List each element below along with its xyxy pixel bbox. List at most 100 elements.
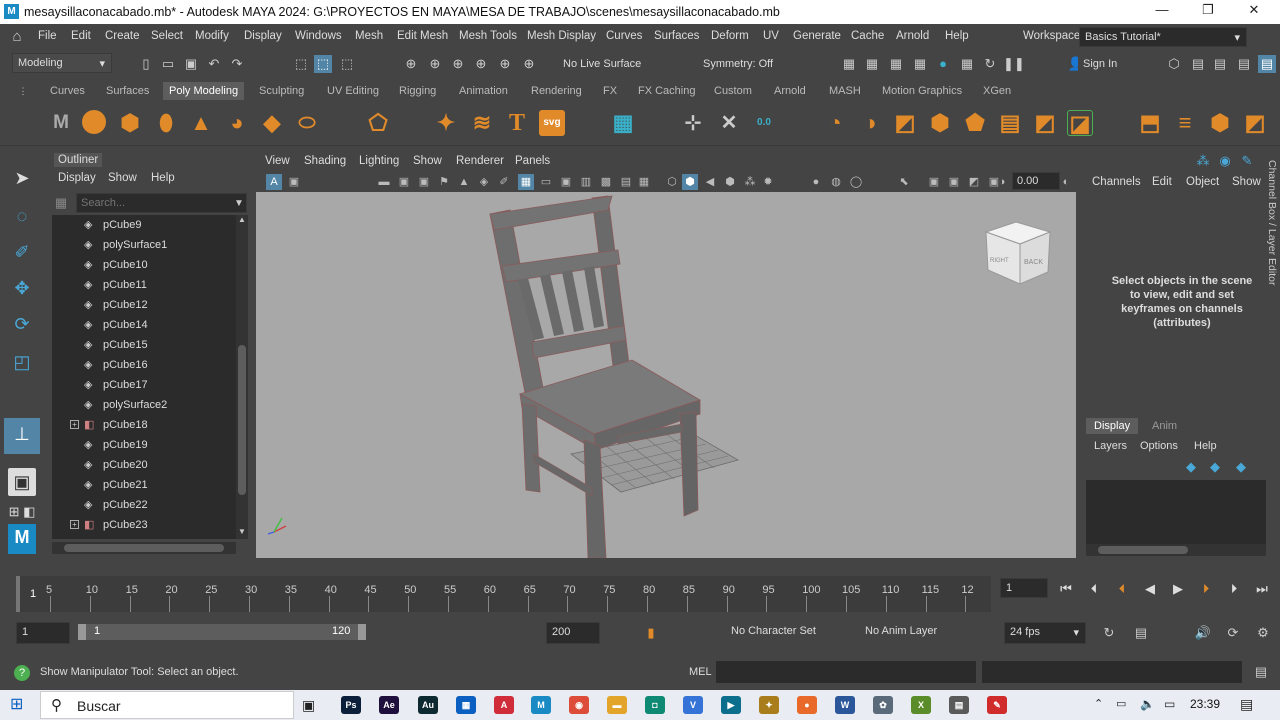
help-menu[interactable]: Help	[1194, 440, 1217, 452]
shelf-tab-11[interactable]: Arnold	[774, 85, 806, 97]
chrome-icon[interactable]: ◉	[569, 696, 589, 714]
shelf-tab-12[interactable]: MASH	[829, 85, 861, 97]
tray-icon[interactable]: ▭	[1116, 697, 1126, 710]
live-surface-field[interactable]: No Live Surface	[558, 55, 670, 73]
super-shape-icon[interactable]: ✦	[433, 110, 459, 136]
firefox-icon[interactable]: ●	[797, 696, 817, 714]
time-cursor[interactable]	[16, 576, 20, 612]
channel-box-icon[interactable]: ⁂	[1194, 152, 1212, 170]
menu-18[interactable]: Help	[945, 30, 969, 42]
viewport-menu-4[interactable]: Renderer	[456, 155, 504, 167]
freeze-transforms-icon[interactable]: 0.0	[751, 110, 777, 136]
poly-sphere-icon[interactable]	[82, 110, 106, 134]
platonic-solid-icon[interactable]: ⬠	[365, 110, 391, 136]
close-button[interactable]: ✕	[1231, 2, 1277, 22]
render-view-icon[interactable]: ▦	[911, 55, 929, 73]
anim-layer-dropdown[interactable]: No Anim Layer	[860, 622, 970, 640]
outliner-row[interactable]: + ◧ pCube23	[52, 515, 236, 535]
poly-cylinder-icon[interactable]: ⬮	[153, 110, 179, 136]
select-object-icon[interactable]: ⬚	[314, 55, 332, 73]
viewport-menu-3[interactable]: Show	[413, 155, 442, 167]
refresh-icon[interactable]: ↻	[981, 55, 999, 73]
xray-icon[interactable]: ▤	[618, 174, 634, 190]
poly-disc-icon[interactable]: ⬭	[294, 110, 320, 136]
motion-blur-icon[interactable]: ●	[808, 174, 824, 190]
menu-5[interactable]: Display	[244, 30, 282, 42]
combine-icon[interactable]: ◔	[822, 110, 848, 136]
paint-icon[interactable]: ✎	[987, 696, 1007, 714]
two-panel-icon[interactable]: ◩	[966, 174, 982, 190]
snap-curve-icon[interactable]: ⊕	[426, 55, 444, 73]
options-menu[interactable]: Options	[1140, 440, 1178, 452]
outliner-hscrollbar[interactable]	[52, 542, 236, 554]
maya-icon[interactable]: M	[531, 696, 551, 714]
mel-input[interactable]	[716, 661, 976, 683]
camera-icon[interactable]: A	[266, 174, 282, 190]
snap-point-icon[interactable]: ⊕	[449, 55, 467, 73]
outliner-row[interactable]: ◈ pCube11	[52, 275, 236, 295]
boolean-icon[interactable]: ⬟	[962, 110, 988, 136]
render-icon[interactable]: ▦	[958, 55, 976, 73]
tool-icon[interactable]: ✎	[1238, 152, 1256, 170]
shelf-tab-4[interactable]: UV Editing	[327, 85, 379, 97]
shelf-tab-9[interactable]: FX Caching	[638, 85, 695, 97]
shelf-tab-0[interactable]: Curves	[50, 85, 85, 97]
shelf-tab-7[interactable]: Rendering	[531, 85, 582, 97]
new-layer-selected-icon[interactable]: ◆	[1206, 458, 1224, 476]
light-icon[interactable]: ✹	[760, 174, 776, 190]
outliner-row[interactable]: ◈ pCube15	[52, 335, 236, 355]
outliner-row[interactable]: ◈ polySurface1	[52, 235, 236, 255]
object-menu[interactable]: Object	[1186, 176, 1219, 188]
paint-select-icon[interactable]: ✐	[6, 236, 38, 268]
image-plane-icon[interactable]: ✐	[496, 174, 512, 190]
step-forward-key-icon[interactable]: ⏵	[1224, 581, 1244, 597]
time-slider-bar[interactable]: 5 10 15 20 25 30 35 40 45 50 55 60 65 70 75 80 85 90 95 100…	[16, 576, 991, 612]
menu-7[interactable]: Mesh	[355, 30, 383, 42]
outliner-menu-help[interactable]: Help	[151, 172, 175, 184]
shaded-cube-icon[interactable]: ⬢	[682, 174, 698, 190]
panel-layout-icon[interactable]: ⊞ ◧	[6, 504, 38, 520]
shelf-tab-3[interactable]: Sculpting	[259, 85, 304, 97]
outliner-vscrollbar[interactable]: ▲ ▼	[236, 215, 248, 539]
field-chart-icon[interactable]: ⚑	[436, 174, 452, 190]
snap-grid-icon[interactable]: ⊕	[402, 55, 420, 73]
mesh-editor-icon[interactable]: ▦	[610, 110, 636, 136]
menu-8[interactable]: Edit Mesh	[397, 30, 448, 42]
network-icon[interactable]: ▭	[1164, 697, 1175, 711]
animation-prefs-icon[interactable]: ⟳	[1224, 624, 1242, 642]
character-set-dropdown[interactable]: No Character Set	[726, 622, 836, 640]
hud-icon[interactable]: ⬉	[896, 174, 912, 190]
extract-icon[interactable]: ◩	[892, 110, 918, 136]
sweep-mesh-icon[interactable]: ≋	[469, 110, 495, 136]
isolate-select-icon[interactable]: ⬡	[664, 174, 680, 190]
word-icon[interactable]: W	[835, 696, 855, 714]
rotate-tool-icon[interactable]: ⟳	[6, 308, 38, 340]
menu-1[interactable]: Edit	[71, 30, 91, 42]
viewport-menu-1[interactable]: Shading	[304, 155, 346, 167]
lasso-tool-icon[interactable]: ◌	[6, 200, 38, 232]
current-frame-field[interactable]: 1	[1000, 578, 1048, 598]
redo-icon[interactable]: ↷	[228, 55, 246, 73]
viewport-3d[interactable]: RIGHT BACK	[256, 192, 1076, 558]
move-layer-icon[interactable]: ◆	[1232, 458, 1250, 476]
show-menu[interactable]: Show	[1232, 176, 1261, 188]
task-view-icon[interactable]: ▣	[302, 697, 315, 714]
workspace-dropdown[interactable]: Basics Tutorial* ▾	[1079, 27, 1247, 47]
channel-box-icon[interactable]: ▤	[1235, 55, 1253, 73]
layout-icon[interactable]: ▣	[8, 468, 36, 496]
steam-icon[interactable]: ✿	[873, 696, 893, 714]
new-scene-icon[interactable]: ▯	[137, 55, 155, 73]
outliner-row[interactable]: ◈ pCube17	[52, 375, 236, 395]
outliner-row[interactable]: + ◧ pCube18	[52, 415, 236, 435]
minimize-button[interactable]: —	[1139, 2, 1185, 22]
file-explorer-icon[interactable]: ▬	[607, 696, 627, 714]
script-editor-icon[interactable]: ▤	[1252, 663, 1270, 681]
hypershade-icon[interactable]: ●	[934, 55, 952, 73]
layers-menu[interactable]: Layers	[1094, 440, 1127, 452]
step-back-frame-icon[interactable]: ⏴	[1112, 581, 1132, 597]
safe-title-icon[interactable]: ◈	[476, 174, 492, 190]
ambient-occlusion-icon[interactable]: ⁂	[742, 174, 758, 190]
clock[interactable]: 23:39	[1190, 697, 1220, 711]
channels-menu[interactable]: Channels	[1092, 176, 1141, 188]
restore-button[interactable]: ❐	[1185, 2, 1231, 22]
